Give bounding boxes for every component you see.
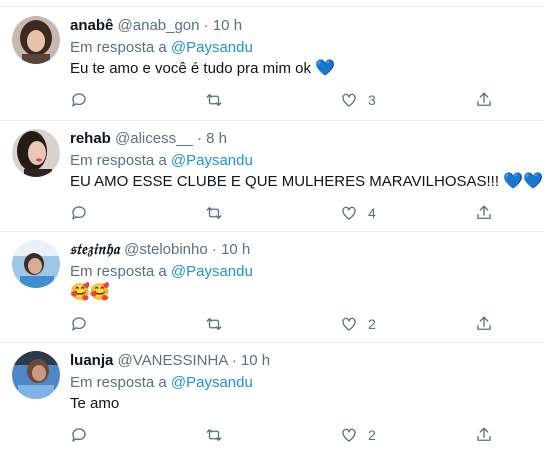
reply-icon: [72, 206, 86, 220]
display-name[interactable]: anabê: [70, 17, 113, 34]
reply-context: Em resposta a @Paysandu: [70, 151, 253, 170]
avatar[interactable]: [12, 129, 60, 177]
timestamp[interactable]: 10 h: [213, 17, 242, 34]
reply-context: Em resposta a @Paysandu: [70, 373, 253, 392]
share-icon: [477, 92, 491, 106]
share-button[interactable]: [475, 90, 493, 110]
timestamp[interactable]: 10 h: [221, 241, 250, 258]
separator-dot: ·: [203, 17, 209, 34]
tweet-text: EU AMO ESSE CLUBE E QUE MULHERES MARAVIL…: [70, 172, 544, 192]
retweet-button[interactable]: [205, 425, 223, 445]
user-handle[interactable]: @anab_gon: [118, 17, 200, 34]
like-icon: [342, 317, 356, 331]
user-handle[interactable]: @VANESSINHA: [118, 352, 228, 369]
tweet-text: 🥰🥰: [70, 283, 110, 303]
tweet-text-body: Te amo: [70, 395, 120, 412]
timestamp[interactable]: 8 h: [206, 130, 227, 147]
tweet-text-body: Eu te amo e você é tudo pra mim ok: [70, 60, 311, 77]
separator-dot: ·: [211, 241, 217, 258]
timestamp[interactable]: 10 h: [241, 352, 270, 369]
reply-context: Em resposta a @Paysandu: [70, 38, 253, 57]
smiling-face-hearts-emoji: 🥰🥰: [70, 284, 110, 301]
reply-icon: [72, 93, 86, 107]
reply-prefix: Em resposta a: [70, 374, 167, 391]
like-button[interactable]: 2: [340, 425, 376, 445]
reply-context: Em resposta a @Paysandu: [70, 262, 253, 281]
retweet-button[interactable]: [205, 314, 223, 334]
tweet-text-body: EU AMO ESSE CLUBE E QUE MULHERES MARAVIL…: [70, 173, 500, 190]
user-handle[interactable]: @stelobinho: [124, 241, 208, 258]
mention-link[interactable]: @Paysandu: [171, 263, 253, 280]
retweet-icon: [206, 318, 222, 330]
user-handle[interactable]: @alicess__: [115, 130, 193, 147]
mention-link[interactable]: @Paysandu: [171, 39, 253, 56]
separator-dot: ·: [196, 130, 202, 147]
reply-prefix: Em resposta a: [70, 39, 167, 56]
tweet-actions: 2: [70, 425, 500, 445]
reply-icon: [72, 428, 86, 442]
share-icon: [477, 427, 491, 441]
like-count: 2: [368, 427, 376, 443]
reply-button[interactable]: [70, 314, 88, 334]
share-button[interactable]: [475, 203, 493, 223]
share-button[interactable]: [475, 425, 493, 445]
retweet-icon: [206, 207, 222, 219]
tweet-header: 𝔰𝔱𝔢𝔷𝔦𝔫𝔥𝔞 @stelobinho · 10 h: [70, 240, 250, 259]
tweet-header: rehab @alicess__ · 8 h: [70, 129, 227, 148]
tweet-header: anabê @anab_gon · 10 h: [70, 16, 242, 35]
like-count: 3: [368, 92, 376, 108]
reply-button[interactable]: [70, 425, 88, 445]
tweet-actions: 4: [70, 203, 500, 223]
tweet-actions: 2: [70, 314, 500, 334]
display-name[interactable]: 𝔰𝔱𝔢𝔷𝔦𝔫𝔥𝔞: [70, 240, 120, 258]
tweet-item[interactable]: 𝔰𝔱𝔢𝔷𝔦𝔫𝔥𝔞 @stelobinho · 10 h Em resposta …: [0, 232, 544, 342]
display-name[interactable]: rehab: [70, 130, 111, 147]
avatar[interactable]: [12, 16, 60, 64]
tweet-item[interactable]: anabê @anab_gon · 10 h Em resposta a @Pa…: [0, 8, 544, 120]
separator-dot: ·: [231, 352, 237, 369]
like-icon: [342, 93, 356, 107]
like-button[interactable]: 3: [340, 90, 376, 110]
mention-link[interactable]: @Paysandu: [171, 152, 253, 169]
tweet-text: Eu te amo e você é tudo pra mim ok 💙: [70, 59, 335, 79]
retweet-icon: [206, 94, 222, 106]
like-count: 4: [368, 205, 376, 221]
divider: [0, 6, 544, 7]
tweet-item[interactable]: rehab @alicess__ · 8 h Em resposta a @Pa…: [0, 121, 544, 231]
tweet-header: luanja @VANESSINHA · 10 h: [70, 351, 270, 370]
share-icon: [477, 205, 491, 219]
share-button[interactable]: [475, 314, 493, 334]
reply-icon: [72, 317, 86, 331]
like-count: 2: [368, 316, 376, 332]
retweet-icon: [206, 429, 222, 441]
display-name[interactable]: luanja: [70, 352, 113, 369]
reply-prefix: Em resposta a: [70, 152, 167, 169]
retweet-button[interactable]: [205, 90, 223, 110]
like-button[interactable]: 4: [340, 203, 376, 223]
like-icon: [342, 428, 356, 442]
retweet-button[interactable]: [205, 203, 223, 223]
avatar[interactable]: [12, 351, 60, 399]
share-icon: [477, 316, 491, 330]
reply-prefix: Em resposta a: [70, 263, 167, 280]
reply-button[interactable]: [70, 90, 88, 110]
blue-heart-emoji: 💙: [315, 60, 336, 77]
blue-heart-emoji: 💙💙💙: [503, 173, 544, 190]
tweet-item[interactable]: luanja @VANESSINHA · 10 h Em resposta a …: [0, 343, 544, 454]
mention-link[interactable]: @Paysandu: [171, 374, 253, 391]
like-icon: [342, 206, 356, 220]
avatar[interactable]: [12, 240, 60, 288]
reply-button[interactable]: [70, 203, 88, 223]
tweet-actions: 3: [70, 90, 500, 110]
like-button[interactable]: 2: [340, 314, 376, 334]
tweet-text: Te amo: [70, 394, 119, 414]
